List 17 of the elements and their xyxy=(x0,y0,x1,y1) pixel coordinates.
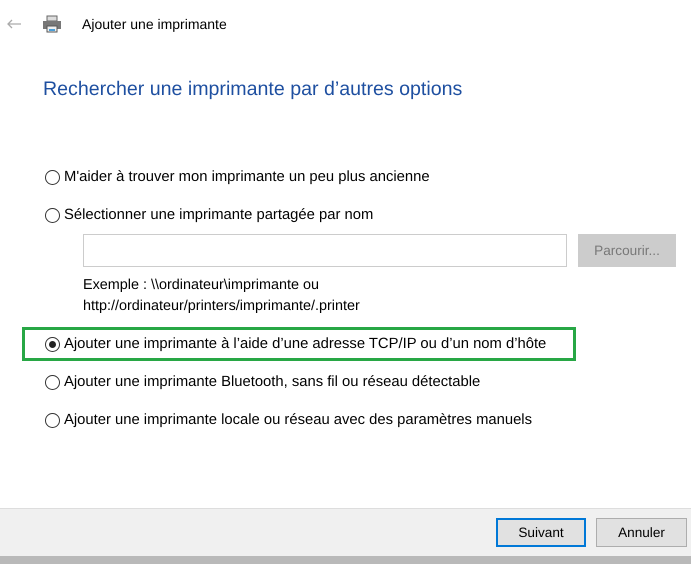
option-label[interactable]: Ajouter une imprimante à l’aide d’une adresse TCP/IP ou d’un nom d’hôte xyxy=(64,336,546,352)
printer-name-field[interactable] xyxy=(83,234,567,267)
radio-button[interactable] xyxy=(45,412,60,428)
radio-button[interactable] xyxy=(45,208,60,222)
page-heading: Rechercher une imprimante par d’autres options xyxy=(43,78,464,102)
option-label[interactable]: Ajouter une imprimante Bluetooth, sans fil ou réseau détectable xyxy=(64,374,480,390)
radio-button[interactable] xyxy=(45,336,60,352)
example-text: Exemple : \\ordinateur\imprimante ou http://ordinateur/printers/imprimante/.printer xyxy=(83,276,361,316)
radio-button[interactable] xyxy=(45,170,60,184)
next-button[interactable]: Suivant xyxy=(496,518,586,547)
printer-icon xyxy=(42,15,62,33)
cancel-button[interactable]: Annuler xyxy=(596,518,687,547)
radio-button[interactable] xyxy=(45,374,60,390)
option-label[interactable]: Sélectionner une imprimante partagée par nom xyxy=(64,207,374,223)
option-label[interactable]: M'aider à trouver mon imprimante un peu plus ancienne xyxy=(64,169,430,185)
window-title: Ajouter une imprimante xyxy=(82,16,227,32)
option-label[interactable]: Ajouter une imprimante locale ou réseau avec des paramètres manuels xyxy=(64,412,532,428)
